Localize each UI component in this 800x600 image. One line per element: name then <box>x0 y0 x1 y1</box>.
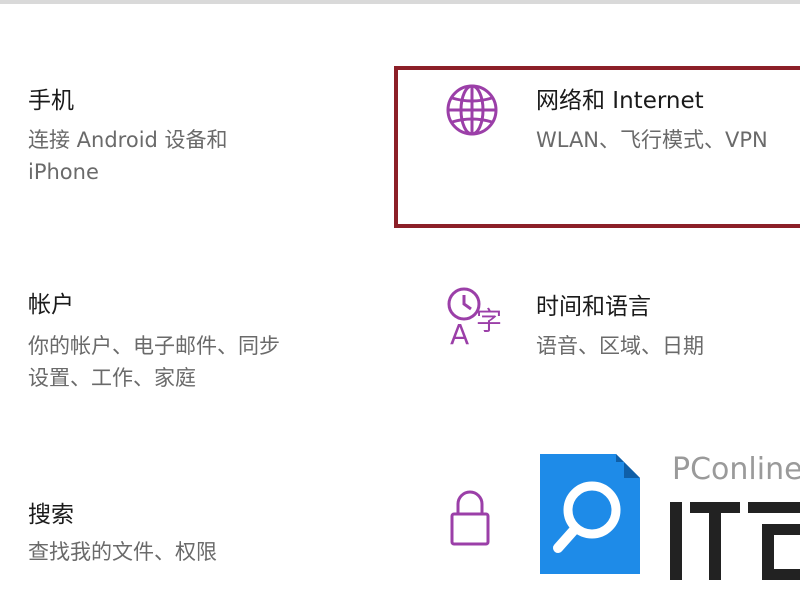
tile-accounts-desc-line2: 设置、工作、家庭 <box>28 366 196 390</box>
tile-phone-desc-line1: 连接 Android 设备和 <box>28 128 228 152</box>
tile-search-title: 搜索 <box>28 502 74 528</box>
tile-time-language[interactable]: A 字 时间和语言 语音、区域、日期 <box>430 282 800 392</box>
tile-phone[interactable]: 手机 连接 Android 设备和 iPhone <box>20 80 380 200</box>
tile-privacy[interactable] <box>430 480 520 590</box>
watermark-brand: PConline <box>672 452 800 487</box>
tile-phone-title: 手机 <box>28 88 74 114</box>
tile-phone-desc-line2: iPhone <box>28 160 99 184</box>
highlight-frame <box>394 66 800 228</box>
tile-accounts-desc-line1: 你的帐户、电子邮件、同步 <box>28 334 280 358</box>
window-top-border <box>0 0 800 4</box>
watermark-logo-text <box>664 496 800 590</box>
svg-text:A: A <box>450 318 469 350</box>
magnifier-logo-icon <box>534 448 646 584</box>
clock-language-icon: A 字 <box>442 282 514 354</box>
tile-search-desc: 查找我的文件、权限 <box>28 540 217 564</box>
tile-accounts[interactable]: 帐户 你的帐户、电子邮件、同步 设置、工作、家庭 <box>20 284 380 404</box>
tile-accounts-title: 帐户 <box>28 292 74 318</box>
svg-text:字: 字 <box>476 307 502 337</box>
tile-search[interactable]: 搜索 查找我的文件、权限 <box>20 496 380 576</box>
settings-window: 手机 连接 Android 设备和 iPhone 网络和 Internet WL… <box>0 0 800 600</box>
lock-icon <box>448 486 492 554</box>
tile-time-language-desc: 语音、区域、日期 <box>536 334 704 358</box>
tile-time-language-title: 时间和语言 <box>536 294 651 320</box>
